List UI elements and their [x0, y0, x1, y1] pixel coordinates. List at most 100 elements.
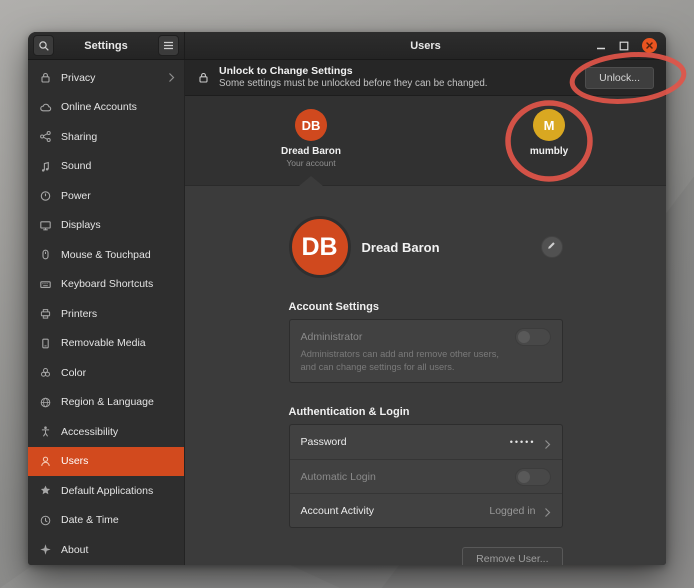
sidebar: Privacy Online Accounts Sharing Sound Po… — [28, 60, 185, 565]
user-icon — [39, 455, 52, 468]
sidebar-item-online-accounts[interactable]: Online Accounts — [28, 93, 184, 123]
account-settings-card: Administrator Administrators can add and… — [289, 319, 563, 383]
sidebar-item-label: Mouse & Touchpad — [61, 249, 175, 261]
administrator-description: Administrators can add and remove other … — [301, 348, 516, 373]
power-icon — [39, 189, 52, 202]
administrator-toggle[interactable] — [515, 328, 551, 346]
window-controls — [596, 38, 666, 53]
panel-titlebar: Users — [185, 32, 666, 59]
password-row[interactable]: Password ••••• — [290, 425, 562, 459]
sidebar-item-accessibility[interactable]: Accessibility — [28, 417, 184, 447]
avatar-initials: DB — [301, 233, 337, 262]
search-button[interactable] — [33, 35, 54, 56]
sidebar-item-power[interactable]: Power — [28, 181, 184, 211]
sidebar-item-mouse-touchpad[interactable]: Mouse & Touchpad — [28, 240, 184, 270]
sidebar-item-label: Power — [61, 190, 175, 202]
user-name: mumbly — [494, 146, 604, 157]
sidebar-item-removable-media[interactable]: Removable Media — [28, 329, 184, 359]
user-chip-mumbly[interactable]: M mumbly — [494, 109, 604, 157]
sidebar-item-region-language[interactable]: Region & Language — [28, 388, 184, 418]
sidebar-item-displays[interactable]: Displays — [28, 211, 184, 241]
automatic-login-toggle[interactable] — [515, 468, 551, 486]
avatar: DB — [295, 109, 327, 141]
star-icon — [39, 484, 52, 497]
sidebar-header: Settings — [28, 32, 185, 59]
profile-row: DB Dread Baron — [289, 216, 563, 278]
remove-user-button[interactable]: Remove User... — [462, 547, 562, 565]
user-chip-dread-baron[interactable]: DB Dread Baron Your account — [256, 109, 366, 168]
account-activity-row[interactable]: Account Activity Logged in — [290, 493, 562, 527]
chevron-right-icon — [168, 72, 175, 83]
avatar-initials: M — [544, 118, 555, 133]
sidebar-item-default-applications[interactable]: Default Applications — [28, 476, 184, 506]
mouse-icon — [39, 248, 52, 261]
menu-button[interactable] — [158, 35, 179, 56]
sidebar-item-label: Accessibility — [61, 426, 175, 438]
maximize-button[interactable] — [619, 41, 629, 51]
user-switcher: DB Dread Baron Your account M mumbly — [185, 96, 666, 186]
share-icon — [39, 130, 52, 143]
sidebar-item-sound[interactable]: Sound — [28, 152, 184, 182]
sidebar-item-label: Removable Media — [61, 337, 175, 349]
section-title-authentication: Authentication & Login — [289, 406, 563, 418]
minimize-button[interactable] — [596, 41, 606, 51]
sidebar-item-label: About — [61, 544, 175, 556]
sidebar-item-about[interactable]: About — [28, 535, 184, 565]
sidebar-item-label: Date & Time — [61, 514, 175, 526]
sidebar-item-label: Region & Language — [61, 396, 175, 408]
color-icon — [39, 366, 52, 379]
chevron-right-icon — [544, 437, 551, 448]
edit-name-button[interactable] — [541, 236, 563, 258]
panel-title: Users — [185, 40, 666, 52]
sidebar-item-label: Online Accounts — [61, 101, 175, 113]
hamburger-icon — [163, 40, 174, 51]
sidebar-item-label: Color — [61, 367, 175, 379]
titlebar: Settings Users — [28, 32, 666, 60]
sidebar-item-privacy[interactable]: Privacy — [28, 63, 184, 93]
app-title: Settings — [54, 40, 158, 52]
sidebar-item-users[interactable]: Users — [28, 447, 184, 477]
display-icon — [39, 219, 52, 232]
clock-icon — [39, 514, 52, 527]
removable-media-icon — [39, 337, 52, 350]
pencil-icon — [546, 238, 557, 256]
search-icon — [38, 40, 50, 52]
music-note-icon — [39, 160, 52, 173]
chevron-right-icon — [544, 505, 551, 516]
settings-window: Settings Users — [28, 32, 666, 565]
sidebar-item-date-time[interactable]: Date & Time — [28, 506, 184, 536]
sidebar-item-label: Privacy — [61, 72, 159, 84]
lock-icon — [39, 71, 52, 84]
selected-user-notch — [299, 176, 323, 186]
sidebar-item-label: Keyboard Shortcuts — [61, 278, 175, 290]
sidebar-item-printers[interactable]: Printers — [28, 299, 184, 329]
sidebar-item-label: Sharing — [61, 131, 175, 143]
sidebar-item-sharing[interactable]: Sharing — [28, 122, 184, 152]
user-details: DB Dread Baron Account Settings Administ… — [185, 186, 666, 565]
sidebar-item-label: Sound — [61, 160, 175, 172]
sidebar-item-keyboard-shortcuts[interactable]: Keyboard Shortcuts — [28, 270, 184, 300]
avatar-initials: DB — [302, 118, 321, 133]
profile-name: Dread Baron — [362, 240, 440, 255]
banner-title: Unlock to Change Settings — [219, 65, 576, 78]
cloud-icon — [39, 101, 52, 114]
profile-avatar[interactable]: DB — [289, 216, 351, 278]
users-panel: Unlock to Change Settings Some settings … — [185, 60, 666, 565]
lock-icon — [197, 71, 210, 84]
administrator-label: Administrator — [301, 331, 363, 343]
banner-text: Unlock to Change Settings Some settings … — [219, 65, 576, 90]
user-name: Dread Baron — [256, 146, 366, 157]
unlock-banner: Unlock to Change Settings Some settings … — [185, 60, 666, 96]
automatic-login-row: Automatic Login — [290, 459, 562, 493]
accessibility-icon — [39, 425, 52, 438]
close-button[interactable] — [642, 38, 657, 53]
user-subtitle: Your account — [256, 158, 366, 168]
unlock-button[interactable]: Unlock... — [585, 67, 654, 89]
account-activity-label: Account Activity — [301, 505, 375, 517]
sidebar-item-color[interactable]: Color — [28, 358, 184, 388]
avatar: M — [533, 109, 565, 141]
sidebar-item-label: Printers — [61, 308, 175, 320]
sparkle-icon — [39, 543, 52, 556]
automatic-login-label: Automatic Login — [301, 471, 376, 483]
section-title-account-settings: Account Settings — [289, 301, 563, 313]
